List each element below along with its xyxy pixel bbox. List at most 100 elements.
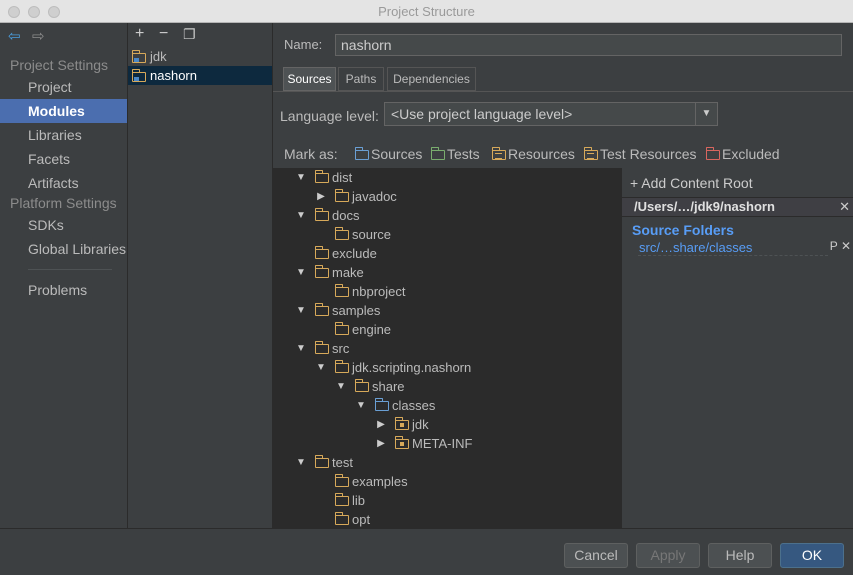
mark-as-resources-button[interactable]: Resources	[491, 146, 575, 162]
content-root-header: /Users/…/jdk9/nashorn ✕	[622, 197, 853, 217]
sidebar-item-project[interactable]: Project	[0, 75, 127, 99]
source-folder-actions: P ✕	[830, 239, 851, 253]
ok-button[interactable]: OK	[780, 543, 844, 568]
tab-paths[interactable]: Paths	[338, 67, 384, 91]
settings-sidebar: ⇦ ⇨ Project Settings Project Modules Lib…	[0, 23, 128, 528]
folder-icon	[334, 512, 349, 525]
expand-toggle[interactable]: ▼	[335, 377, 347, 396]
source-folder-underline	[638, 255, 828, 256]
expand-toggle[interactable]: ▼	[295, 263, 307, 282]
mark-as-sources-label: Sources	[371, 146, 423, 162]
arrow-left-icon[interactable]: ⇦	[8, 29, 21, 45]
name-label: Name:	[284, 37, 323, 52]
expand-toggle[interactable]: ▼	[355, 396, 367, 415]
tree-node-label: META-INF	[412, 436, 473, 451]
sidebar-item-artifacts[interactable]: Artifacts	[0, 171, 127, 195]
apply-button[interactable]: Apply	[636, 543, 700, 568]
module-name-field[interactable]: nashorn	[335, 34, 842, 56]
expand-toggle[interactable]: ▼	[295, 339, 307, 358]
module-label: jdk	[150, 49, 167, 64]
copy-icon[interactable]: ❐	[183, 26, 196, 43]
sidebar-item-facets[interactable]: Facets	[0, 147, 127, 171]
expand-toggle[interactable]: ▶	[375, 415, 387, 434]
module-folder-icon	[131, 50, 146, 63]
folder-icon	[334, 474, 349, 487]
mark-as-resources-label: Resources	[508, 146, 575, 162]
tab-dependencies[interactable]: Dependencies	[387, 67, 476, 91]
tree-node-label: engine	[352, 322, 392, 337]
mark-as-excluded-button[interactable]: Excluded	[705, 146, 780, 162]
remove-module-button[interactable]: −	[159, 25, 168, 43]
sidebar-divider	[28, 269, 112, 270]
expand-toggle[interactable]: ▶	[375, 434, 387, 453]
folder-icon	[334, 189, 349, 202]
source-folders-heading: Source Folders	[632, 222, 734, 238]
sidebar-item-global-libraries[interactable]: Global Libraries	[0, 237, 127, 261]
sidebar-item-sdks[interactable]: SDKs	[0, 213, 127, 237]
tab-sources[interactable]: Sources	[283, 67, 336, 91]
tree-node-label: exclude	[332, 246, 377, 261]
expand-toggle[interactable]: ▼	[295, 453, 307, 472]
sidebar-item-problems[interactable]: Problems	[0, 278, 127, 302]
tree-node-label: jdk	[412, 417, 429, 432]
mark-as-test-resources-label: Test Resources	[600, 146, 697, 162]
expand-toggle[interactable]: ▶	[315, 187, 327, 206]
platform-settings-heading: Platform Settings	[10, 195, 117, 211]
sidebar-item-libraries[interactable]: Libraries	[0, 123, 127, 147]
cancel-button[interactable]: Cancel	[564, 543, 628, 568]
tree-node-label: dist	[332, 170, 353, 185]
tests-folder-icon	[430, 147, 445, 160]
resources-folder-icon	[491, 147, 506, 160]
package-icon	[394, 417, 409, 430]
folder-icon	[354, 379, 369, 392]
tree-node-label: javadoc	[352, 189, 397, 204]
expand-toggle[interactable]: ▼	[315, 358, 327, 377]
window-title: Project Structure	[378, 4, 475, 19]
modules-panel: + − ❐ jdk nashorn	[128, 23, 273, 528]
arrow-right-icon[interactable]: ⇨	[32, 29, 45, 45]
folder-icon	[334, 493, 349, 506]
folder-icon	[334, 227, 349, 240]
sidebar-item-modules[interactable]: Modules	[0, 99, 127, 123]
project-settings-heading: Project Settings	[10, 57, 109, 73]
tree-node-label: test	[332, 455, 353, 470]
mark-as-excluded-label: Excluded	[722, 146, 780, 162]
language-level-value: <Use project language level>	[391, 106, 573, 122]
tree-node-label: samples	[332, 303, 381, 318]
expand-toggle[interactable]: ▼	[295, 301, 307, 320]
tree-node-label: opt	[352, 512, 371, 527]
folder-icon	[314, 341, 329, 354]
expand-toggle[interactable]: ▼	[295, 206, 307, 225]
folder-icon	[314, 208, 329, 221]
folder-icon	[314, 246, 329, 259]
tree-node-label: docs	[332, 208, 360, 223]
tree-node-label: share	[372, 379, 405, 394]
module-item-nashorn[interactable]: nashorn	[128, 66, 272, 85]
tree-node-label: nbproject	[352, 284, 406, 299]
folder-icon	[314, 170, 329, 183]
dialog-footer: Cancel Apply Help OK	[0, 528, 853, 575]
mark-as-tests-label: Tests	[447, 146, 480, 162]
sources-folder-icon	[354, 147, 369, 160]
folder-icon	[314, 303, 329, 316]
mark-as-sources-button[interactable]: Sources	[354, 146, 423, 162]
mark-as-tests-button[interactable]: Tests	[430, 146, 480, 162]
tree-node-label: examples	[352, 474, 408, 489]
close-icon[interactable]: ✕	[841, 239, 851, 253]
language-level-select[interactable]: <Use project language level> ▼	[384, 102, 718, 126]
expand-toggle[interactable]: ▼	[295, 168, 307, 187]
close-icon[interactable]: ✕	[839, 198, 850, 216]
help-button[interactable]: Help	[708, 543, 772, 568]
module-item-jdk[interactable]: jdk	[128, 47, 272, 66]
test-resources-folder-icon	[583, 147, 598, 160]
mark-as-test-resources-button[interactable]: Test Resources	[583, 146, 697, 162]
add-content-root-button[interactable]: + Add Content Root	[630, 175, 753, 191]
folder-tree[interactable]: ▼ dist ▶ javadoc ▼ docs source exclude ▼ mak…	[273, 168, 621, 528]
add-module-button[interactable]: +	[135, 25, 144, 43]
tree-node-label: make	[332, 265, 364, 280]
content-roots-panel: + Add Content Root /Users/…/jdk9/nashorn…	[621, 168, 853, 528]
edit-properties-icon[interactable]: P	[830, 239, 838, 253]
source-folder-link[interactable]: src/…share/classes	[639, 240, 752, 255]
module-editor: Name: nashorn Sources Paths Dependencies…	[273, 23, 853, 528]
chevron-down-icon[interactable]: ▼	[695, 103, 717, 125]
